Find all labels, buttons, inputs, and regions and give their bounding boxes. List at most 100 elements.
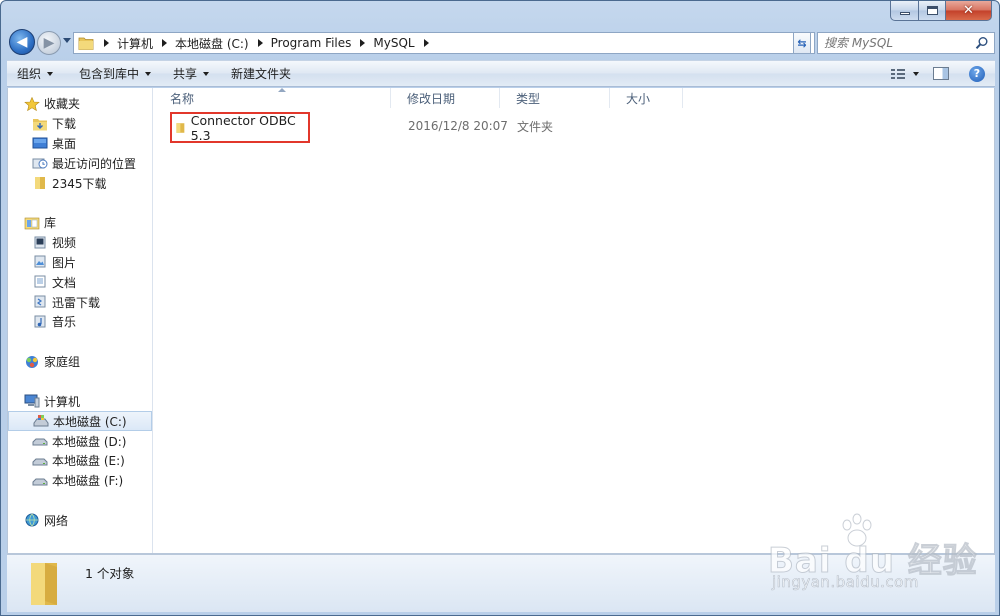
view-options-dropdown[interactable]	[913, 71, 919, 76]
system-drive-icon	[33, 415, 49, 427]
forward-arrow-icon: ▶	[43, 35, 55, 51]
breadcrumb-separator-icon[interactable]	[104, 39, 109, 47]
breadcrumb-mysql[interactable]: MySQL	[370, 33, 417, 53]
change-view-icon[interactable]	[891, 68, 905, 79]
minimize-button[interactable]	[890, 1, 919, 21]
column-header-label: 大小	[626, 91, 651, 106]
sidebar-item-label: 图片	[52, 255, 77, 270]
search-input[interactable]	[824, 36, 964, 50]
desktop-icon	[32, 137, 48, 149]
close-button[interactable]: ✕	[946, 1, 992, 21]
include-in-library-button[interactable]: 包含到库中	[71, 61, 159, 86]
sidebar-item-documents[interactable]: 文档	[8, 272, 152, 292]
computer-icon	[24, 394, 40, 408]
file-type: 文件夹	[517, 119, 554, 134]
sidebar-item-videos[interactable]: 视频	[8, 233, 152, 253]
command-bar: 组织 包含到库中 共享 新建文件夹 ?	[7, 60, 995, 87]
breadcrumb-separator-icon[interactable]	[257, 39, 263, 47]
back-button[interactable]: ◀	[9, 29, 35, 55]
sidebar-item-local-disk-d[interactable]: 本地磁盘 (D:)	[8, 431, 152, 451]
new-folder-label: 新建文件夹	[231, 67, 292, 81]
forward-button[interactable]: ▶	[37, 31, 61, 55]
recent-pages-dropdown[interactable]	[63, 38, 71, 43]
close-icon: ✕	[963, 3, 974, 18]
sidebar-item-label: 本地磁盘 (F:)	[52, 474, 124, 489]
sidebar-item-pictures[interactable]: 图片	[8, 253, 152, 273]
column-header-label: 修改日期	[407, 91, 456, 106]
preview-pane-icon[interactable]	[933, 67, 949, 80]
column-header-size[interactable]: 大小	[610, 88, 683, 108]
sidebar-item-homegroup[interactable]: 家庭组	[8, 352, 152, 372]
column-header-modified[interactable]: 修改日期	[391, 88, 500, 108]
column-header-name[interactable]: 名称	[154, 88, 391, 108]
chevron-down-icon	[203, 71, 210, 76]
refresh-icon: ⇆	[797, 36, 807, 50]
navigation-bar: ◀ ▶ 计算机 本地磁盘 (C:) Program Files MySQL ⇆	[7, 29, 995, 57]
address-bar[interactable]: 计算机 本地磁盘 (C:) Program Files MySQL	[73, 32, 815, 54]
toolbar-right-group: ?	[891, 61, 995, 86]
drive-icon	[32, 438, 48, 446]
caption-buttons: ✕	[890, 1, 992, 21]
drive-icon	[32, 458, 48, 466]
breadcrumb-computer[interactable]: 计算机	[114, 33, 156, 53]
minimize-icon	[899, 12, 910, 15]
sort-ascending-icon	[278, 88, 286, 92]
sidebar-item-label: 本地磁盘 (C:)	[53, 414, 127, 429]
file-name: Connector ODBC 5.3	[190, 112, 296, 143]
library-icon	[24, 217, 40, 230]
sidebar-item-computer[interactable]: 计算机	[8, 392, 152, 412]
sidebar-item-local-disk-e[interactable]: 本地磁盘 (E:)	[8, 451, 152, 471]
baidu-jingyan-watermark: Bai du 经验 jingyan.baidu.com	[766, 511, 991, 601]
sidebar-item-recent-places[interactable]: 最近访问的位置	[8, 153, 152, 173]
homegroup-icon	[26, 355, 38, 368]
navigation-pane: 收藏夹 下载 桌面 最近访问的位置 2345下载 库 视频 图片 文档 迅雷下载…	[8, 88, 153, 553]
recent-places-icon	[32, 158, 48, 169]
sidebar-item-thunder-downloads[interactable]: 迅雷下载	[8, 292, 152, 312]
libraries-group: 库 视频 图片 文档 迅雷下载 音乐	[8, 213, 152, 332]
sidebar-item-local-disk-f[interactable]: 本地磁盘 (F:)	[8, 471, 152, 491]
sidebar-item-label: 本地磁盘 (E:)	[52, 454, 125, 469]
share-button[interactable]: 共享	[165, 61, 217, 86]
main-area: 收藏夹 下载 桌面 最近访问的位置 2345下载 库 视频 图片 文档 迅雷下载…	[7, 88, 995, 554]
folder-icon	[31, 563, 57, 605]
chevron-down-icon	[47, 71, 54, 76]
organize-button[interactable]: 组织	[7, 61, 61, 86]
breadcrumb-local-disk-c[interactable]: 本地磁盘 (C:)	[172, 33, 252, 53]
organize-label: 组织	[17, 67, 42, 81]
highlighted-file-name[interactable]: Connector ODBC 5.3	[170, 112, 310, 143]
drive-icon	[32, 478, 48, 486]
breadcrumb-program-files[interactable]: Program Files	[268, 33, 355, 53]
file-row[interactable]: Connector ODBC 5.3 2016/12/8 20:07 文件夹	[154, 112, 994, 143]
sidebar-item-local-disk-c[interactable]: 本地磁盘 (C:)	[8, 411, 152, 432]
computer-group: 计算机 本地磁盘 (C:) 本地磁盘 (D:) 本地磁盘 (E:) 本地磁盘 (…	[8, 392, 152, 491]
breadcrumb-separator-icon[interactable]	[360, 39, 366, 47]
sidebar-item-label: 库	[44, 216, 57, 231]
sidebar-item-label: 最近访问的位置	[52, 156, 137, 171]
sidebar-item-label: 本地磁盘 (D:)	[52, 434, 127, 449]
breadcrumb-separator-icon[interactable]	[162, 39, 168, 47]
sidebar-item-label: 网络	[44, 513, 69, 528]
sidebar-item-favorites[interactable]: 收藏夹	[8, 94, 152, 114]
sidebar-item-label: 2345下载	[52, 176, 107, 191]
sidebar-item-network[interactable]: 网络	[8, 511, 152, 531]
column-header-label: 类型	[516, 91, 541, 106]
column-header-type[interactable]: 类型	[500, 88, 610, 108]
sidebar-item-label: 音乐	[52, 315, 77, 330]
new-folder-button[interactable]: 新建文件夹	[223, 61, 299, 86]
homegroup-group: 家庭组	[8, 352, 152, 372]
sidebar-item-label: 桌面	[52, 136, 77, 151]
search-box[interactable]	[817, 32, 995, 54]
help-icon[interactable]: ?	[969, 65, 985, 82]
maximize-icon	[926, 6, 938, 15]
sidebar-item-downloads[interactable]: 下载	[8, 114, 152, 134]
breadcrumb-separator-icon[interactable]	[423, 39, 429, 47]
sidebar-item-music[interactable]: 音乐	[8, 312, 152, 332]
sidebar-item-libraries[interactable]: 库	[8, 213, 152, 233]
maximize-button[interactable]	[919, 1, 946, 21]
sidebar-item-label: 收藏夹	[44, 97, 81, 112]
sidebar-item-label: 迅雷下载	[52, 295, 101, 310]
sidebar-item-desktop[interactable]: 桌面	[8, 134, 152, 154]
refresh-button[interactable]: ⇆	[793, 32, 811, 54]
search-icon[interactable]	[975, 36, 989, 50]
sidebar-item-2345-downloads[interactable]: 2345下载	[8, 173, 152, 193]
